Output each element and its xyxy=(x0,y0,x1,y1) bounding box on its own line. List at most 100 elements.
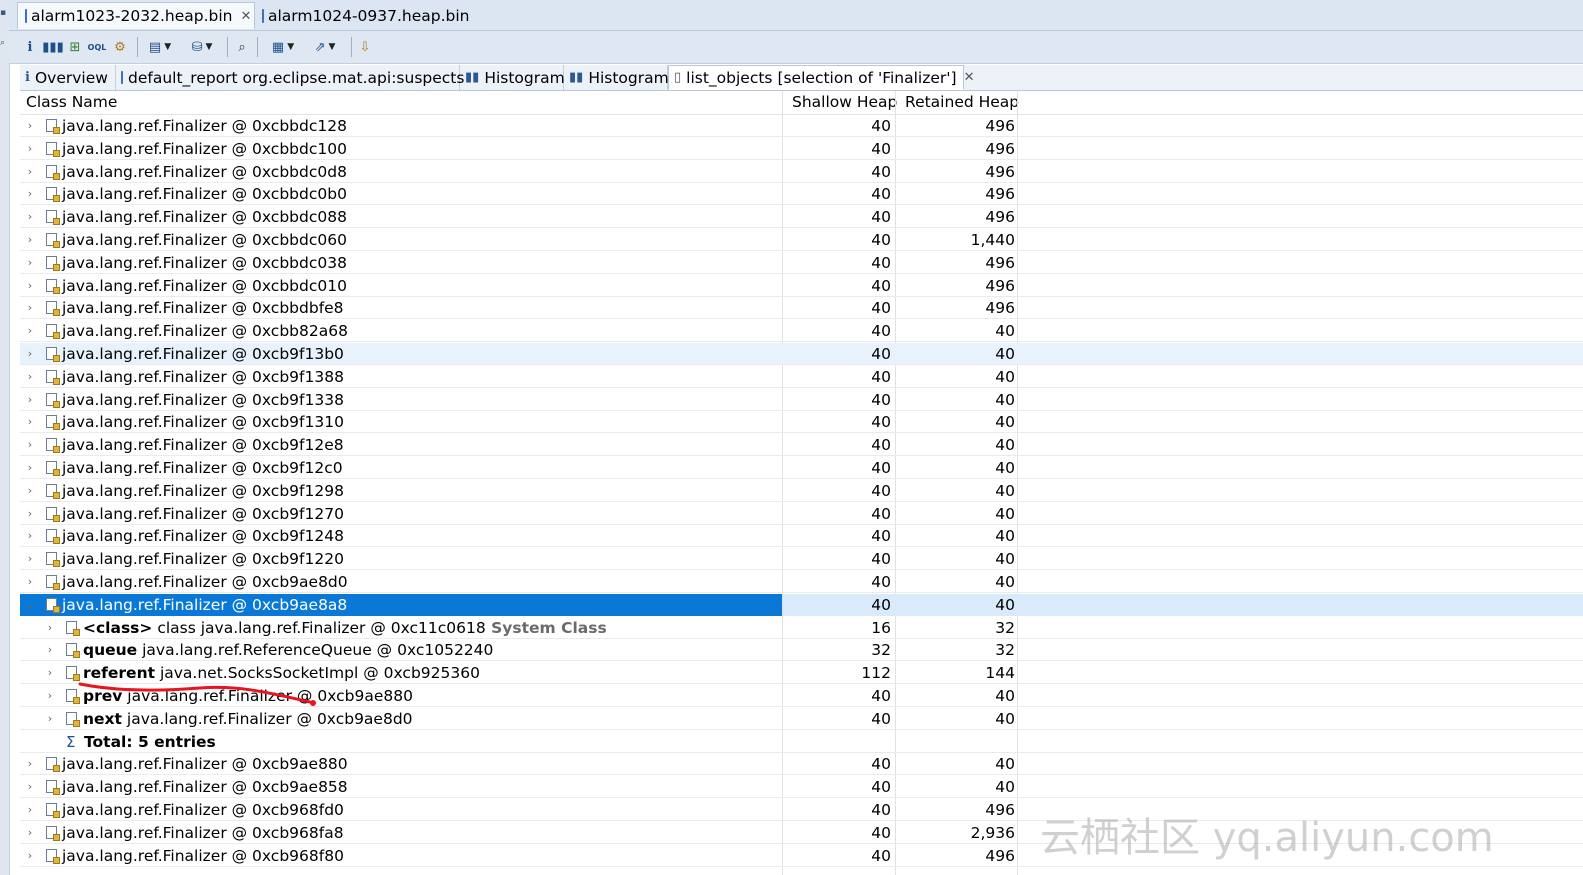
expand-arrow-icon[interactable]: › xyxy=(24,252,36,274)
oql-icon[interactable]: OQL xyxy=(88,37,107,57)
table-row[interactable]: › java.lang.ref.Finalizer @ 0xcb9f12c0 40 4… xyxy=(20,457,1583,479)
expand-arrow-icon[interactable]: › xyxy=(24,138,36,160)
collapse-arrow-icon[interactable]: ⌄ xyxy=(24,594,36,616)
table-row[interactable]: › java.lang.ref.Finalizer @ 0xcb9f1388 40 4… xyxy=(20,366,1583,388)
shallow-heap-value: 40 xyxy=(871,573,891,591)
table-row[interactable]: › java.lang.ref.Finalizer @ 0xcbbdc128 40 4… xyxy=(20,115,1583,137)
retained-heap-value: 40 xyxy=(995,550,1015,569)
table-row[interactable]: › java.lang.ref.Finalizer @ 0xcbbdc100 40 4… xyxy=(20,138,1583,160)
object-icon xyxy=(46,483,60,499)
heap-dump-icon[interactable]: ▪ xyxy=(0,8,9,22)
expand-arrow-icon[interactable]: › xyxy=(24,776,36,798)
shallow-heap-value: 40 xyxy=(871,687,891,705)
table-row[interactable]: › java.lang.ref.Finalizer @ 0xcb9ae880 40 4… xyxy=(20,753,1583,776)
expand-arrow-icon[interactable]: › xyxy=(24,343,36,365)
expand-arrow-icon[interactable]: › xyxy=(24,389,36,411)
retained-heap-value: 496 xyxy=(985,276,1015,295)
class-name: java.lang.ref.Finalizer @ 0xcb9f1248 xyxy=(62,527,344,546)
expand-arrow-icon[interactable]: › xyxy=(24,525,36,547)
table-row[interactable]: › java.lang.ref.Finalizer @ 0xcbb82a68 40 4… xyxy=(20,320,1583,343)
column-header-class-name[interactable]: Class Name xyxy=(26,91,117,114)
expand-arrow-icon[interactable]: › xyxy=(44,685,56,707)
calculate-retained-icon[interactable]: ⇗ ▼ xyxy=(307,37,343,57)
expand-arrow-icon[interactable]: › xyxy=(24,275,36,297)
query-browser-icon[interactable]: ⛁ ▼ xyxy=(185,37,219,57)
editor-tab-alarm1023[interactable]: alarm1023-2032.heap.bin ✕ xyxy=(17,2,255,29)
table-row[interactable]: › java.lang.ref.Finalizer @ 0xcb9f1310 40 4… xyxy=(20,411,1583,434)
expand-arrow-icon[interactable]: › xyxy=(24,822,36,844)
table-row[interactable]: › java.lang.ref.Finalizer @ 0xcbbdbfe8 40 4… xyxy=(20,297,1583,320)
table-row[interactable]: › java.lang.ref.Finalizer @ 0xcb9f12e8 40 4… xyxy=(20,434,1583,457)
expand-arrow-icon[interactable]: › xyxy=(44,639,56,661)
tab-histogram-2[interactable]: ▮▮ Histogram xyxy=(564,65,669,90)
expand-arrow-icon[interactable]: › xyxy=(24,571,36,593)
table-row[interactable]: › java.lang.ref.Finalizer @ 0xcbbdc088 40 4… xyxy=(20,206,1583,229)
info-icon[interactable]: i xyxy=(23,37,37,57)
table-row[interactable]: › java.lang.ref.Finalizer @ 0xcb9ae8d0 40 4… xyxy=(20,571,1583,593)
close-icon[interactable]: ✕ xyxy=(964,70,975,85)
tab-default-report[interactable]: default_report org.eclipse.mat.api:suspe… xyxy=(116,65,464,90)
group-by-icon[interactable]: ▦ ▼ xyxy=(265,37,301,57)
expand-arrow-icon[interactable]: › xyxy=(24,161,36,183)
table-row[interactable]: › java.lang.ref.Finalizer @ 0xcbbdc0b0 40 4… xyxy=(20,183,1583,206)
expand-arrow-icon[interactable]: › xyxy=(44,662,56,684)
child-row[interactable]: › next java.lang.ref.Finalizer @ 0xcb9ae8… xyxy=(20,708,1583,730)
dominator-tree-icon[interactable]: ⊞ xyxy=(67,37,83,57)
expand-arrow-icon[interactable]: › xyxy=(24,434,36,456)
expand-arrow-icon[interactable]: › xyxy=(24,548,36,570)
table-row[interactable]: › java.lang.ref.Finalizer @ 0xcb9f1220 40 4… xyxy=(20,548,1583,571)
expand-arrow-icon[interactable]: › xyxy=(24,845,36,867)
expand-arrow-icon[interactable]: › xyxy=(24,115,36,137)
expand-arrow-icon[interactable]: › xyxy=(24,799,36,821)
child-row[interactable]: › queue java.lang.ref.ReferenceQueue @ 0x… xyxy=(20,639,1583,662)
column-header-shallow-heap[interactable]: Shallow Heap xyxy=(792,91,897,114)
table-row[interactable]: › java.lang.ref.Finalizer @ 0xcb9f13b0 40 4… xyxy=(20,343,1583,365)
table-row[interactable]: › java.lang.ref.Finalizer @ 0xcbbdc0d8 40 4… xyxy=(20,161,1583,183)
editor-tab-alarm1024[interactable]: alarm1024-0937.heap.bin xyxy=(255,2,475,29)
histogram-icon[interactable]: ▮▮▮ xyxy=(42,37,63,57)
thread-overview-icon[interactable]: ⚙ xyxy=(112,37,128,57)
expand-arrow-icon[interactable]: › xyxy=(24,206,36,228)
tab-overview[interactable]: i Overview xyxy=(20,65,116,90)
retained-heap-value: 496 xyxy=(985,801,1015,819)
expand-arrow-icon[interactable]: › xyxy=(24,183,36,205)
column-header-retained-heap[interactable]: Retained Heap xyxy=(905,91,1019,114)
table-row[interactable]: › java.lang.ref.Finalizer @ 0xcb9f1298 40 4… xyxy=(20,480,1583,502)
tab-histogram-1[interactable]: ▮▮ Histogram xyxy=(460,65,565,90)
expand-arrow-icon[interactable]: › xyxy=(24,411,36,433)
expand-arrow-icon[interactable]: › xyxy=(24,229,36,251)
retained-heap-value: 32 xyxy=(995,641,1015,660)
expand-arrow-icon[interactable]: › xyxy=(44,617,56,639)
table-row[interactable]: › java.lang.ref.Finalizer @ 0xcbbdc060 40 1… xyxy=(20,229,1583,251)
class-name: java.lang.ref.Finalizer @ 0xcb968f80 xyxy=(62,846,344,865)
close-icon[interactable]: ✕ xyxy=(241,9,252,24)
table-row[interactable]: › java.lang.ref.Finalizer @ 0xcbbdc010 40 4… xyxy=(20,275,1583,297)
run-expert-report-icon[interactable]: ▤ ▼ xyxy=(143,37,177,57)
table-row[interactable]: ⌄ java.lang.ref.Finalizer @ 0xcb9ae8a8 40 4… xyxy=(20,593,1583,616)
expand-arrow-icon[interactable]: › xyxy=(24,297,36,319)
child-row[interactable]: › referent java.net.SocksSocketImpl @ 0xc… xyxy=(20,662,1583,685)
search-icon[interactable]: ⌕ xyxy=(234,37,250,57)
field-reference: referent java.net.SocksSocketImpl @ 0xcb… xyxy=(83,662,480,684)
child-row[interactable]: › prev java.lang.ref.Finalizer @ 0xcb9ae8… xyxy=(20,685,1583,707)
child-row[interactable]: › <class> class java.lang.ref.Finalizer @… xyxy=(20,617,1583,639)
table-row[interactable]: › java.lang.ref.Finalizer @ 0xcb9ae858 40 4… xyxy=(20,776,1583,799)
histogram-icon: ▮▮ xyxy=(465,70,480,85)
tab-list-objects[interactable]: ▯ list_objects [selection of 'Finalizer'… xyxy=(668,65,975,90)
expand-arrow-icon[interactable]: › xyxy=(24,503,36,525)
expand-arrow-icon[interactable]: › xyxy=(24,480,36,502)
expand-arrow-icon[interactable]: › xyxy=(24,366,36,388)
search-icon[interactable]: ⌕ xyxy=(0,38,9,52)
object-icon xyxy=(46,233,60,248)
expand-arrow-icon[interactable]: › xyxy=(44,708,56,730)
expand-arrow-icon[interactable]: › xyxy=(24,753,36,775)
expand-arrow-icon[interactable]: › xyxy=(24,457,36,479)
view-tab-bar: i Overview default_report org.eclipse.ma… xyxy=(20,65,1583,91)
table-row[interactable]: › java.lang.ref.Finalizer @ 0xcb9f1248 40 4… xyxy=(20,525,1583,548)
class-name: java.lang.ref.Finalizer @ 0xcbbdc100 xyxy=(62,139,347,158)
export-icon[interactable]: ⇩ xyxy=(357,37,373,57)
table-row[interactable]: › java.lang.ref.Finalizer @ 0xcb9f1338 40 4… xyxy=(20,389,1583,411)
table-row[interactable]: › java.lang.ref.Finalizer @ 0xcb9f1270 40 4… xyxy=(20,503,1583,525)
expand-arrow-icon[interactable]: › xyxy=(24,320,36,342)
table-row[interactable]: › java.lang.ref.Finalizer @ 0xcbbdc038 40 4… xyxy=(20,252,1583,274)
